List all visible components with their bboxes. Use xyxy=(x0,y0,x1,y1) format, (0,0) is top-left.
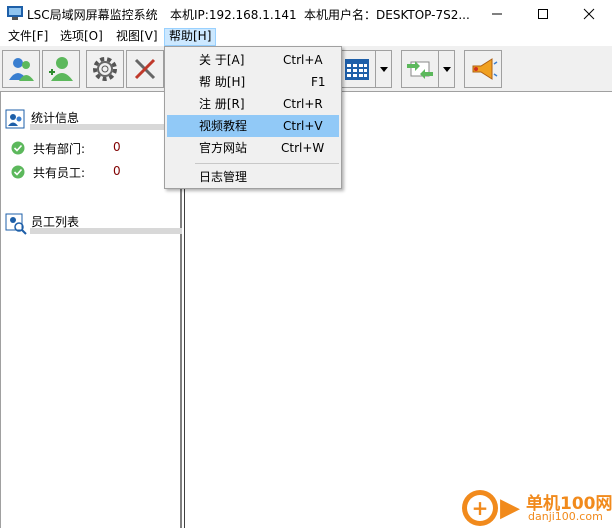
menu-separator xyxy=(195,163,339,164)
settings-button[interactable] xyxy=(86,50,124,88)
menu-view[interactable]: 视图[V] xyxy=(112,28,162,46)
minimize-button[interactable] xyxy=(474,0,520,27)
menu-item-label: 注 册[R] xyxy=(199,97,245,111)
stat-label: 共有员工: xyxy=(33,166,86,180)
site-watermark: + ▶ 单机100网 danji100.com xyxy=(462,487,612,528)
plus-icon: + xyxy=(467,495,493,521)
close-icon xyxy=(583,8,595,19)
stat-label: 共有部门: xyxy=(33,142,86,156)
tools-icon xyxy=(134,58,156,80)
add-user-button[interactable] xyxy=(42,50,80,88)
menu-item-shortcut: Ctrl+W xyxy=(281,141,325,155)
window-title: LSC局域网屏幕监控系统 xyxy=(27,8,158,22)
menu-item-label: 关 于[A] xyxy=(199,53,245,67)
staff-search-icon xyxy=(5,213,27,235)
user-green-icon xyxy=(49,57,73,81)
menu-file[interactable]: 文件[F] xyxy=(4,28,52,46)
watermark-url: danji100.com xyxy=(528,510,603,523)
menu-item-shortcut: Ctrl+V xyxy=(283,119,323,133)
menu-item-shortcut: F1 xyxy=(311,75,326,89)
transfer-dropdown-button[interactable] xyxy=(438,50,455,88)
users-blue-icon xyxy=(9,58,34,81)
menu-item-label: 帮 助[H] xyxy=(199,75,246,89)
maximize-button[interactable] xyxy=(520,0,566,27)
menu-options[interactable]: 选项[O] xyxy=(56,28,107,46)
menu-item-official-website[interactable]: 官方网站 Ctrl+W xyxy=(167,137,339,159)
staff-list-header[interactable]: 员工列表 xyxy=(4,209,182,235)
minimize-icon xyxy=(492,13,502,14)
close-button[interactable] xyxy=(566,0,612,27)
menu-item-register[interactable]: 注 册[R] Ctrl+R xyxy=(167,93,339,115)
stat-value: 0 xyxy=(113,164,121,178)
play-icon: ▶ xyxy=(500,493,520,523)
chevron-down-icon xyxy=(442,66,451,72)
menu-item-label: 视频教程 xyxy=(199,119,248,133)
stats-info-icon xyxy=(5,109,25,129)
menu-item-log-management[interactable]: 日志管理 xyxy=(167,166,339,188)
stats-section-header[interactable]: 统计信息 xyxy=(4,105,182,131)
menu-item-shortcut: Ctrl+R xyxy=(283,97,323,111)
menu-item-label: 日志管理 xyxy=(199,170,248,184)
help-menu-dropdown: 关 于[A] Ctrl+A 帮 助[H] F1 注 册[R] Ctrl+R 视频… xyxy=(164,46,342,189)
left-panel: 统计信息 共有部门: 0 共有员工: 0 员工列表 xyxy=(0,92,182,528)
local-username-text: 本机用户名：DESKTOP-7S2... xyxy=(304,8,470,22)
megaphone-icon xyxy=(472,58,498,80)
tools-button[interactable] xyxy=(126,50,164,88)
local-ip-text: 本机IP:192.168.1.141 xyxy=(170,8,297,22)
maximize-icon xyxy=(538,8,548,19)
stat-value: 0 xyxy=(113,140,121,154)
transfer-button[interactable] xyxy=(401,50,439,88)
stats-divider xyxy=(30,124,182,130)
add-department-button[interactable] xyxy=(2,50,40,88)
calendar-button[interactable] xyxy=(338,50,376,88)
calendar-grid-icon xyxy=(345,59,369,80)
chevron-down-icon xyxy=(379,66,388,72)
check-circle-icon xyxy=(11,165,25,179)
menu-item-shortcut: Ctrl+A xyxy=(283,53,323,67)
title-bar[interactable]: LSC局域网屏幕监控系统 本机IP:192.168.1.141 本机用户名：DE… xyxy=(0,0,612,27)
menu-item-label: 官方网站 xyxy=(199,141,248,155)
menu-help[interactable]: 帮助[H] xyxy=(164,28,217,46)
menu-item-help[interactable]: 帮 助[H] F1 xyxy=(167,71,339,93)
calendar-dropdown-button[interactable] xyxy=(375,50,392,88)
menu-item-about[interactable]: 关 于[A] Ctrl+A xyxy=(167,49,339,71)
app-icon xyxy=(7,6,23,20)
gear-icon xyxy=(93,57,117,81)
staff-list-divider xyxy=(30,228,182,234)
menu-item-video-tutorial[interactable]: 视频教程 Ctrl+V xyxy=(167,115,339,137)
check-circle-icon xyxy=(11,141,25,155)
transfer-icon xyxy=(407,61,433,79)
menu-bar: 文件[F] 选项[O] 视图[V] 帮助[H] xyxy=(0,27,612,46)
broadcast-button[interactable] xyxy=(464,50,502,88)
